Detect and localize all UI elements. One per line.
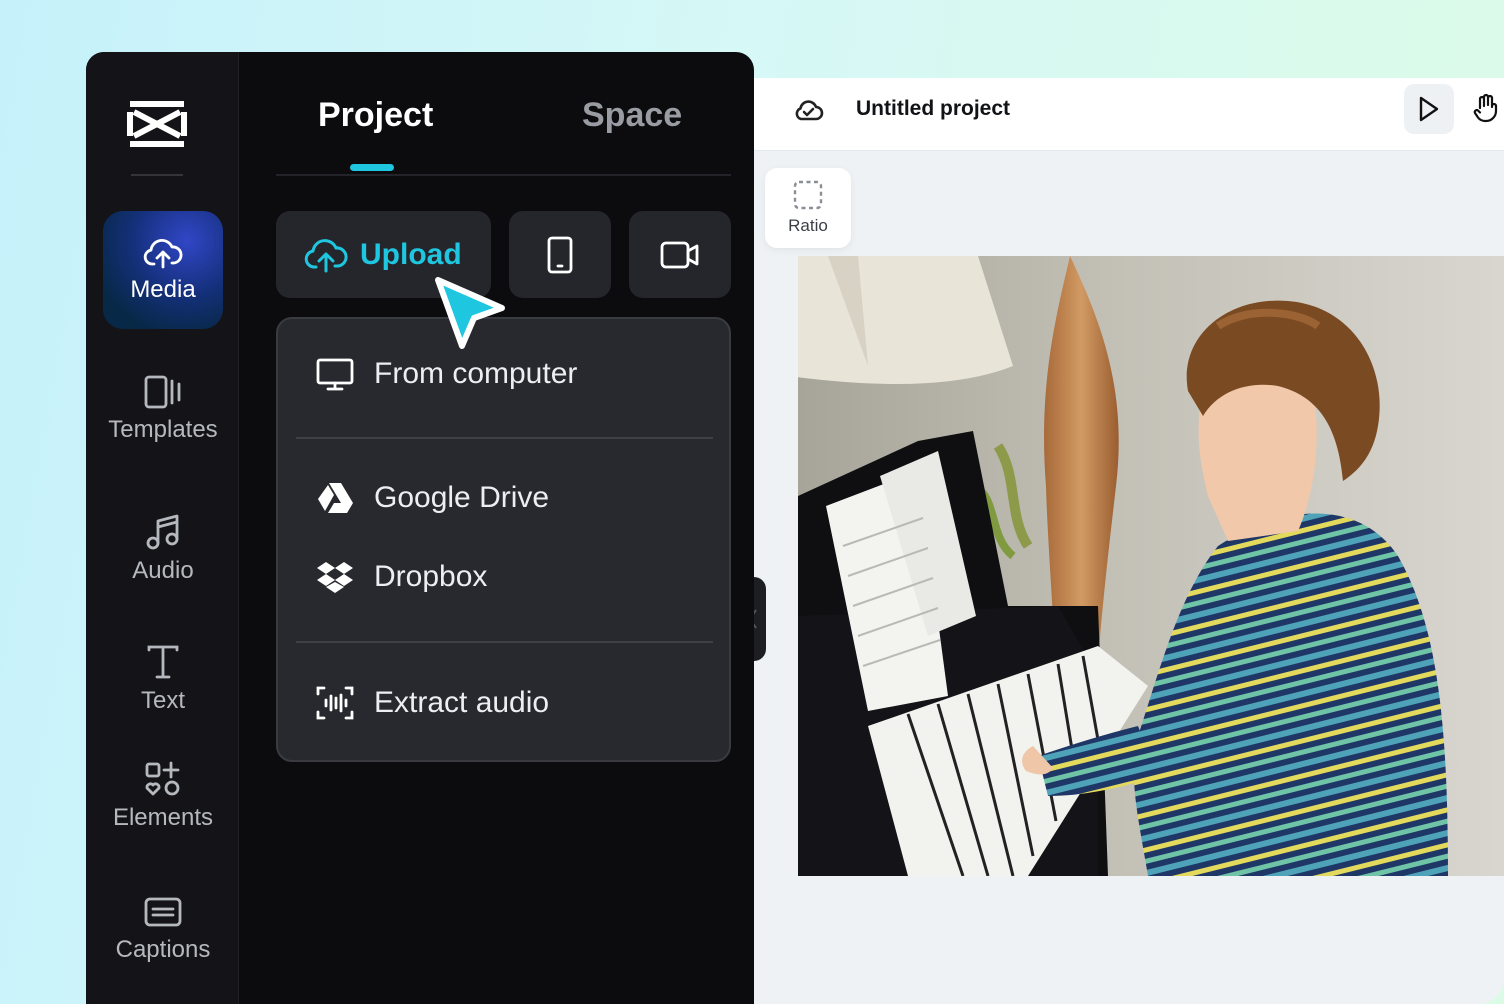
editor-area: Untitled project Ratio [740, 78, 1504, 1004]
sidebar-divider [131, 174, 183, 176]
upload-dropdown-menu: From computer Google Drive Dropbox Extra… [276, 317, 731, 762]
sidebar: Media Templates Audio Text Elements Capt… [86, 52, 239, 1004]
menu-item-label: Extract audio [374, 686, 550, 719]
sidebar-item-label: Templates [108, 416, 218, 443]
menu-item-label: Google Drive [374, 481, 550, 514]
cloud-sync-icon[interactable] [792, 94, 824, 126]
panel-content: Project Space Upload From computer Googl… [239, 52, 754, 1004]
sidebar-item-elements[interactable]: Elements [103, 737, 223, 855]
select-pointer-icon[interactable] [1404, 84, 1454, 134]
cloud-upload-icon [143, 239, 183, 269]
sidebar-item-label: Media [130, 276, 196, 303]
sidebar-item-label: Captions [115, 936, 211, 963]
monitor-icon [316, 358, 354, 391]
media-panel: Media Templates Audio Text Elements Capt… [86, 52, 754, 1004]
sidebar-item-audio[interactable]: Audio [103, 490, 223, 608]
hand-icon[interactable] [1466, 88, 1504, 128]
menu-divider [296, 641, 713, 643]
ratio-icon [793, 180, 823, 210]
menu-divider [296, 437, 713, 439]
tab-divider [276, 174, 731, 176]
mouse-cursor-icon [430, 274, 510, 354]
capcut-logo-icon [126, 98, 188, 150]
music-note-icon [146, 514, 179, 550]
sidebar-item-label: Elements [112, 804, 214, 831]
elements-icon [145, 761, 180, 796]
menu-item-extract-audio[interactable]: Extract audio [316, 684, 549, 722]
sidebar-item-captions[interactable]: Captions [103, 870, 223, 988]
record-button[interactable] [629, 211, 731, 298]
camera-icon [660, 241, 699, 268]
sidebar-item-templates[interactable]: Templates [103, 350, 223, 468]
menu-item-dropbox[interactable]: Dropbox [316, 560, 487, 594]
menu-item-label: From computer [374, 357, 578, 390]
text-icon [147, 645, 179, 679]
templates-icon [144, 375, 181, 409]
sidebar-item-text[interactable]: Text [103, 620, 223, 738]
menu-item-google-drive[interactable]: Google Drive [316, 481, 549, 515]
menu-item-label: Dropbox [374, 560, 488, 593]
menu-item-from-computer[interactable]: From computer [316, 357, 577, 391]
phone-upload-button[interactable] [509, 211, 611, 298]
editor-top-bar: Untitled project [740, 78, 1504, 151]
captions-icon [144, 897, 182, 927]
google-drive-icon [318, 483, 353, 513]
canvas-photo[interactable] [798, 256, 1504, 876]
phone-icon [547, 236, 573, 273]
sidebar-item-media[interactable]: Media [103, 211, 223, 329]
sidebar-item-label: Text [140, 687, 185, 714]
cloud-upload-icon [304, 238, 348, 272]
tab-space[interactable]: Space [582, 96, 682, 135]
sidebar-item-label: Audio [132, 557, 194, 584]
app-frame: Untitled project Ratio Media Templates A… [0, 0, 1504, 1004]
extract-audio-icon [316, 686, 354, 720]
active-tab-indicator [350, 164, 394, 171]
ratio-button[interactable]: Ratio [765, 168, 851, 248]
dropbox-icon [317, 562, 353, 593]
project-title[interactable]: Untitled project [856, 97, 1010, 121]
upload-label: Upload [360, 237, 462, 271]
tab-project[interactable]: Project [318, 96, 433, 135]
ratio-label: Ratio [788, 216, 828, 235]
